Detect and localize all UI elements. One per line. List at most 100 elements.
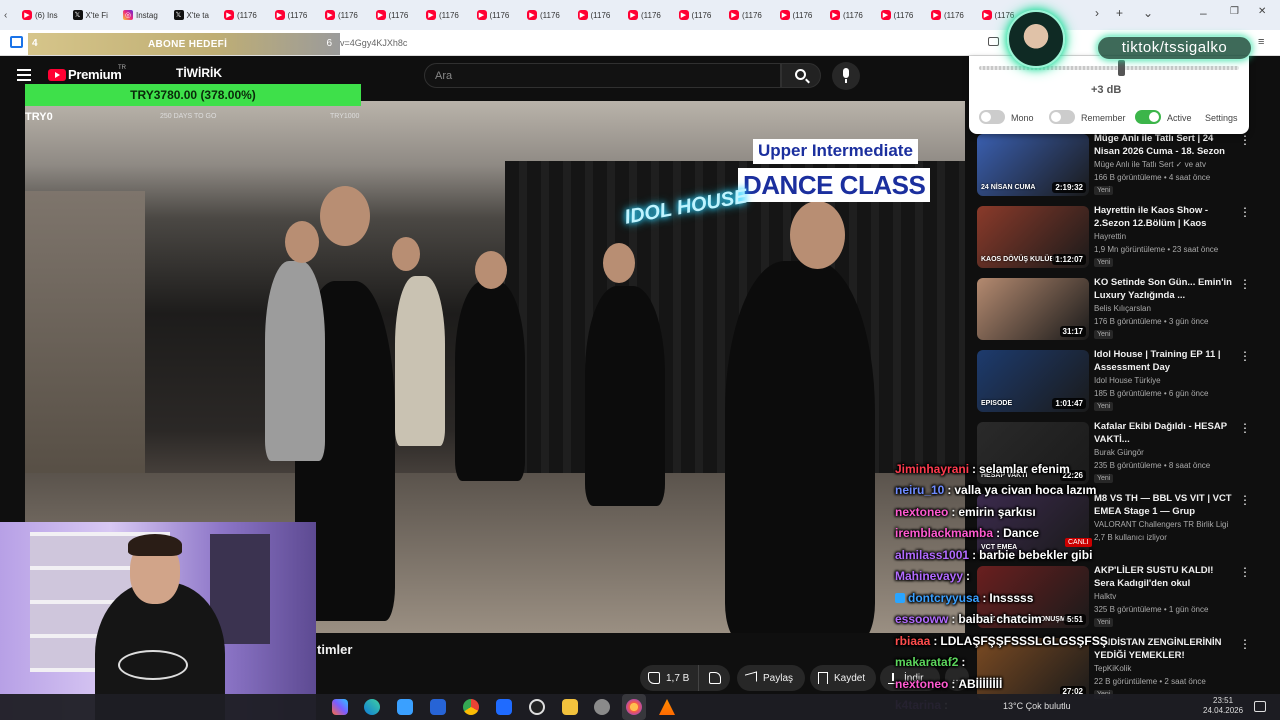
browser-tab[interactable]: ▶ (1176 [471,0,522,30]
gain-slider[interactable] [979,66,1239,70]
more-vert-icon[interactable]: ⋮ [1239,422,1251,434]
search-input[interactable] [425,64,780,87]
clock-time[interactable]: 23:51 [1213,696,1233,705]
browser-tab[interactable]: ▶ (1176 [269,0,320,30]
close-window-button[interactable]: ✕ [1258,6,1266,17]
chat-separator: : [947,483,952,498]
store-icon[interactable] [397,699,413,715]
sidebar-toggle-icon[interactable] [10,36,23,48]
save-button[interactable]: Kaydet [810,665,876,691]
related-video-title[interactable]: Müge Anlı ile Tatlı Sert | 24 Nisan 2026… [1094,132,1234,158]
thumbnail-caption: EPISODE [981,400,1013,407]
back-icon[interactable]: ‹ [0,10,16,21]
more-vert-icon[interactable]: ⋮ [1239,206,1251,218]
browser-tab[interactable]: ▶ (1176 [824,0,875,30]
chat-message: almilass1001: barbie bebekler gibi [895,544,1135,566]
browser-tab[interactable]: ▶ (1176 [774,0,825,30]
browser-tab[interactable]: 𝕏 X'te Fi [67,0,118,30]
chat-message: Mahinevayy: [895,566,1135,588]
related-video-item[interactable]: 31:17 KO Setinde Son Gün... Emin'in Luxur… [977,276,1257,348]
new-tab-button[interactable]: + [1116,6,1123,20]
browser-tab[interactable]: ▶ (1176 [673,0,724,30]
active-toggle[interactable] [1135,110,1161,124]
related-video-title[interactable]: Hayrettin ile Kaos Show - 2.Sezon 12.Böl… [1094,204,1234,231]
file-explorer-icon[interactable] [562,699,578,715]
browser-tab[interactable]: ◎ Instag [117,0,168,30]
browser-tab[interactable]: ▶ (1176 [723,0,774,30]
voice-search-button[interactable] [832,62,860,90]
mail-icon[interactable] [430,699,446,715]
gain-slider-thumb[interactable] [1118,60,1125,76]
related-video-item[interactable]: KAOS DÖVÜŞ KULÜBÜ 1:12:07 Hayrettin ile Ka… [977,204,1257,276]
dislike-button[interactable] [698,665,730,691]
remember-toggle[interactable] [1049,110,1075,124]
search-button[interactable] [781,63,821,88]
weather-widget[interactable]: 13°C Çok bulutlu [1003,701,1071,711]
more-vert-icon[interactable]: ⋮ [1239,350,1251,362]
browser-tab[interactable]: ▶ (1176 [370,0,421,30]
video-thumbnail[interactable]: EPISODE 1:01:47 [977,350,1089,412]
maximize-button[interactable]: ❐ [1230,6,1239,17]
chat-text: barbie bebekler gibi [979,547,1093,562]
more-vert-icon[interactable]: ⋮ [1239,278,1251,290]
share-button[interactable]: Paylaş [737,665,805,691]
channel-name[interactable]: Belis Kılıçarslan [1094,304,1151,313]
browser-tab[interactable]: ▶ (1176 [925,0,976,30]
browser-tab[interactable]: ▶ (1176 [420,0,471,30]
browser-tab[interactable]: ▶ (1176 [218,0,269,30]
video-duration: 1:01:47 [1052,398,1086,409]
channel-name[interactable]: Idol House Türkiye [1094,376,1161,385]
chrome-icon[interactable] [463,699,479,715]
browser-tab-strip: ‹ ▶ (6) Ins 𝕏 X'te Fi ◎ Instag 𝕏 X'te ta ▶ (1176 ▶… [0,0,1280,30]
mono-toggle[interactable] [979,110,1005,124]
app-icon[interactable] [496,699,512,715]
youtube-logo-icon[interactable] [48,69,66,81]
channel-name[interactable]: Müge Anlı ile Tatlı Sert ✓ ve atv [1094,160,1206,169]
tab-list-chevron-icon[interactable]: ⌄ [1143,6,1153,20]
chat-separator: : [996,526,1001,541]
vlc-icon[interactable] [659,699,675,715]
related-video-title[interactable]: KO Setinde Son Gün... Emin'in Luxury Yaz… [1094,276,1234,302]
video-duration: 1:12:07 [1052,254,1086,265]
save-label: Kaydet [834,672,866,684]
notification-icon[interactable] [1254,701,1266,712]
more-vert-icon[interactable]: ⋮ [1239,134,1251,146]
related-video-title[interactable]: Kafalar Ekibi Dağıldı - HESAP VAKTİ... [1094,420,1234,446]
minimize-button[interactable]: – [1200,6,1207,20]
video-thumbnail[interactable]: 31:17 [977,278,1089,340]
more-vert-icon[interactable]: ⋮ [1239,566,1251,578]
browser-tab[interactable]: ▶ (1176 [875,0,926,30]
dancer-head [603,243,635,283]
browser-tab[interactable]: 𝕏 X'te ta [168,0,219,30]
obs-icon[interactable] [529,699,545,715]
app-icon[interactable] [594,699,610,715]
hamburger-menu-icon[interactable] [17,69,31,81]
thumbs-up-icon [648,672,660,684]
browser-tab[interactable]: ▶ (1176 [622,0,673,30]
settings-link[interactable]: Settings [1205,113,1238,123]
browser-tab[interactable]: ▶ (6) Ins [16,0,67,30]
edge-icon[interactable] [364,699,380,715]
related-video-item[interactable]: EPISODE 1:01:47 Idol House | Training EP 1… [977,348,1257,420]
premium-wordmark[interactable]: Premium [68,67,122,82]
video-thumbnail[interactable]: 24 NİSAN CUMA 2:19:32 [977,134,1089,196]
menu-icon[interactable]: ≡ [1258,36,1264,48]
copilot-icon[interactable] [332,699,348,715]
browser-tab[interactable]: ▶ (1176 [572,0,623,30]
more-vert-icon[interactable]: ⋮ [1239,638,1251,650]
firefox-icon[interactable] [626,699,642,715]
browser-tab[interactable]: ▶ (1176 [319,0,370,30]
dancer [265,261,325,461]
clock-date[interactable]: 24.04.2026 [1203,706,1243,715]
related-video-title[interactable]: Idol House | Training EP 11 | Assessment… [1094,348,1234,374]
related-video-item[interactable]: 24 NİSAN CUMA 2:19:32 Müge Anlı ile Tatlı … [977,132,1257,204]
search-icon [795,69,806,80]
more-vert-icon[interactable]: ⋮ [1239,494,1251,506]
channel-name[interactable]: Burak Güngör [1094,448,1144,457]
scroll-tabs-right-icon[interactable]: › [1095,6,1099,20]
channel-name[interactable]: Hayrettin [1094,232,1126,241]
browser-tab[interactable]: ▶ (1176 [521,0,572,30]
like-button[interactable]: 1,7 B [640,665,698,691]
video-thumbnail[interactable]: KAOS DÖVÜŞ KULÜBÜ 1:12:07 [977,206,1089,268]
screenshot-icon[interactable] [988,37,999,46]
